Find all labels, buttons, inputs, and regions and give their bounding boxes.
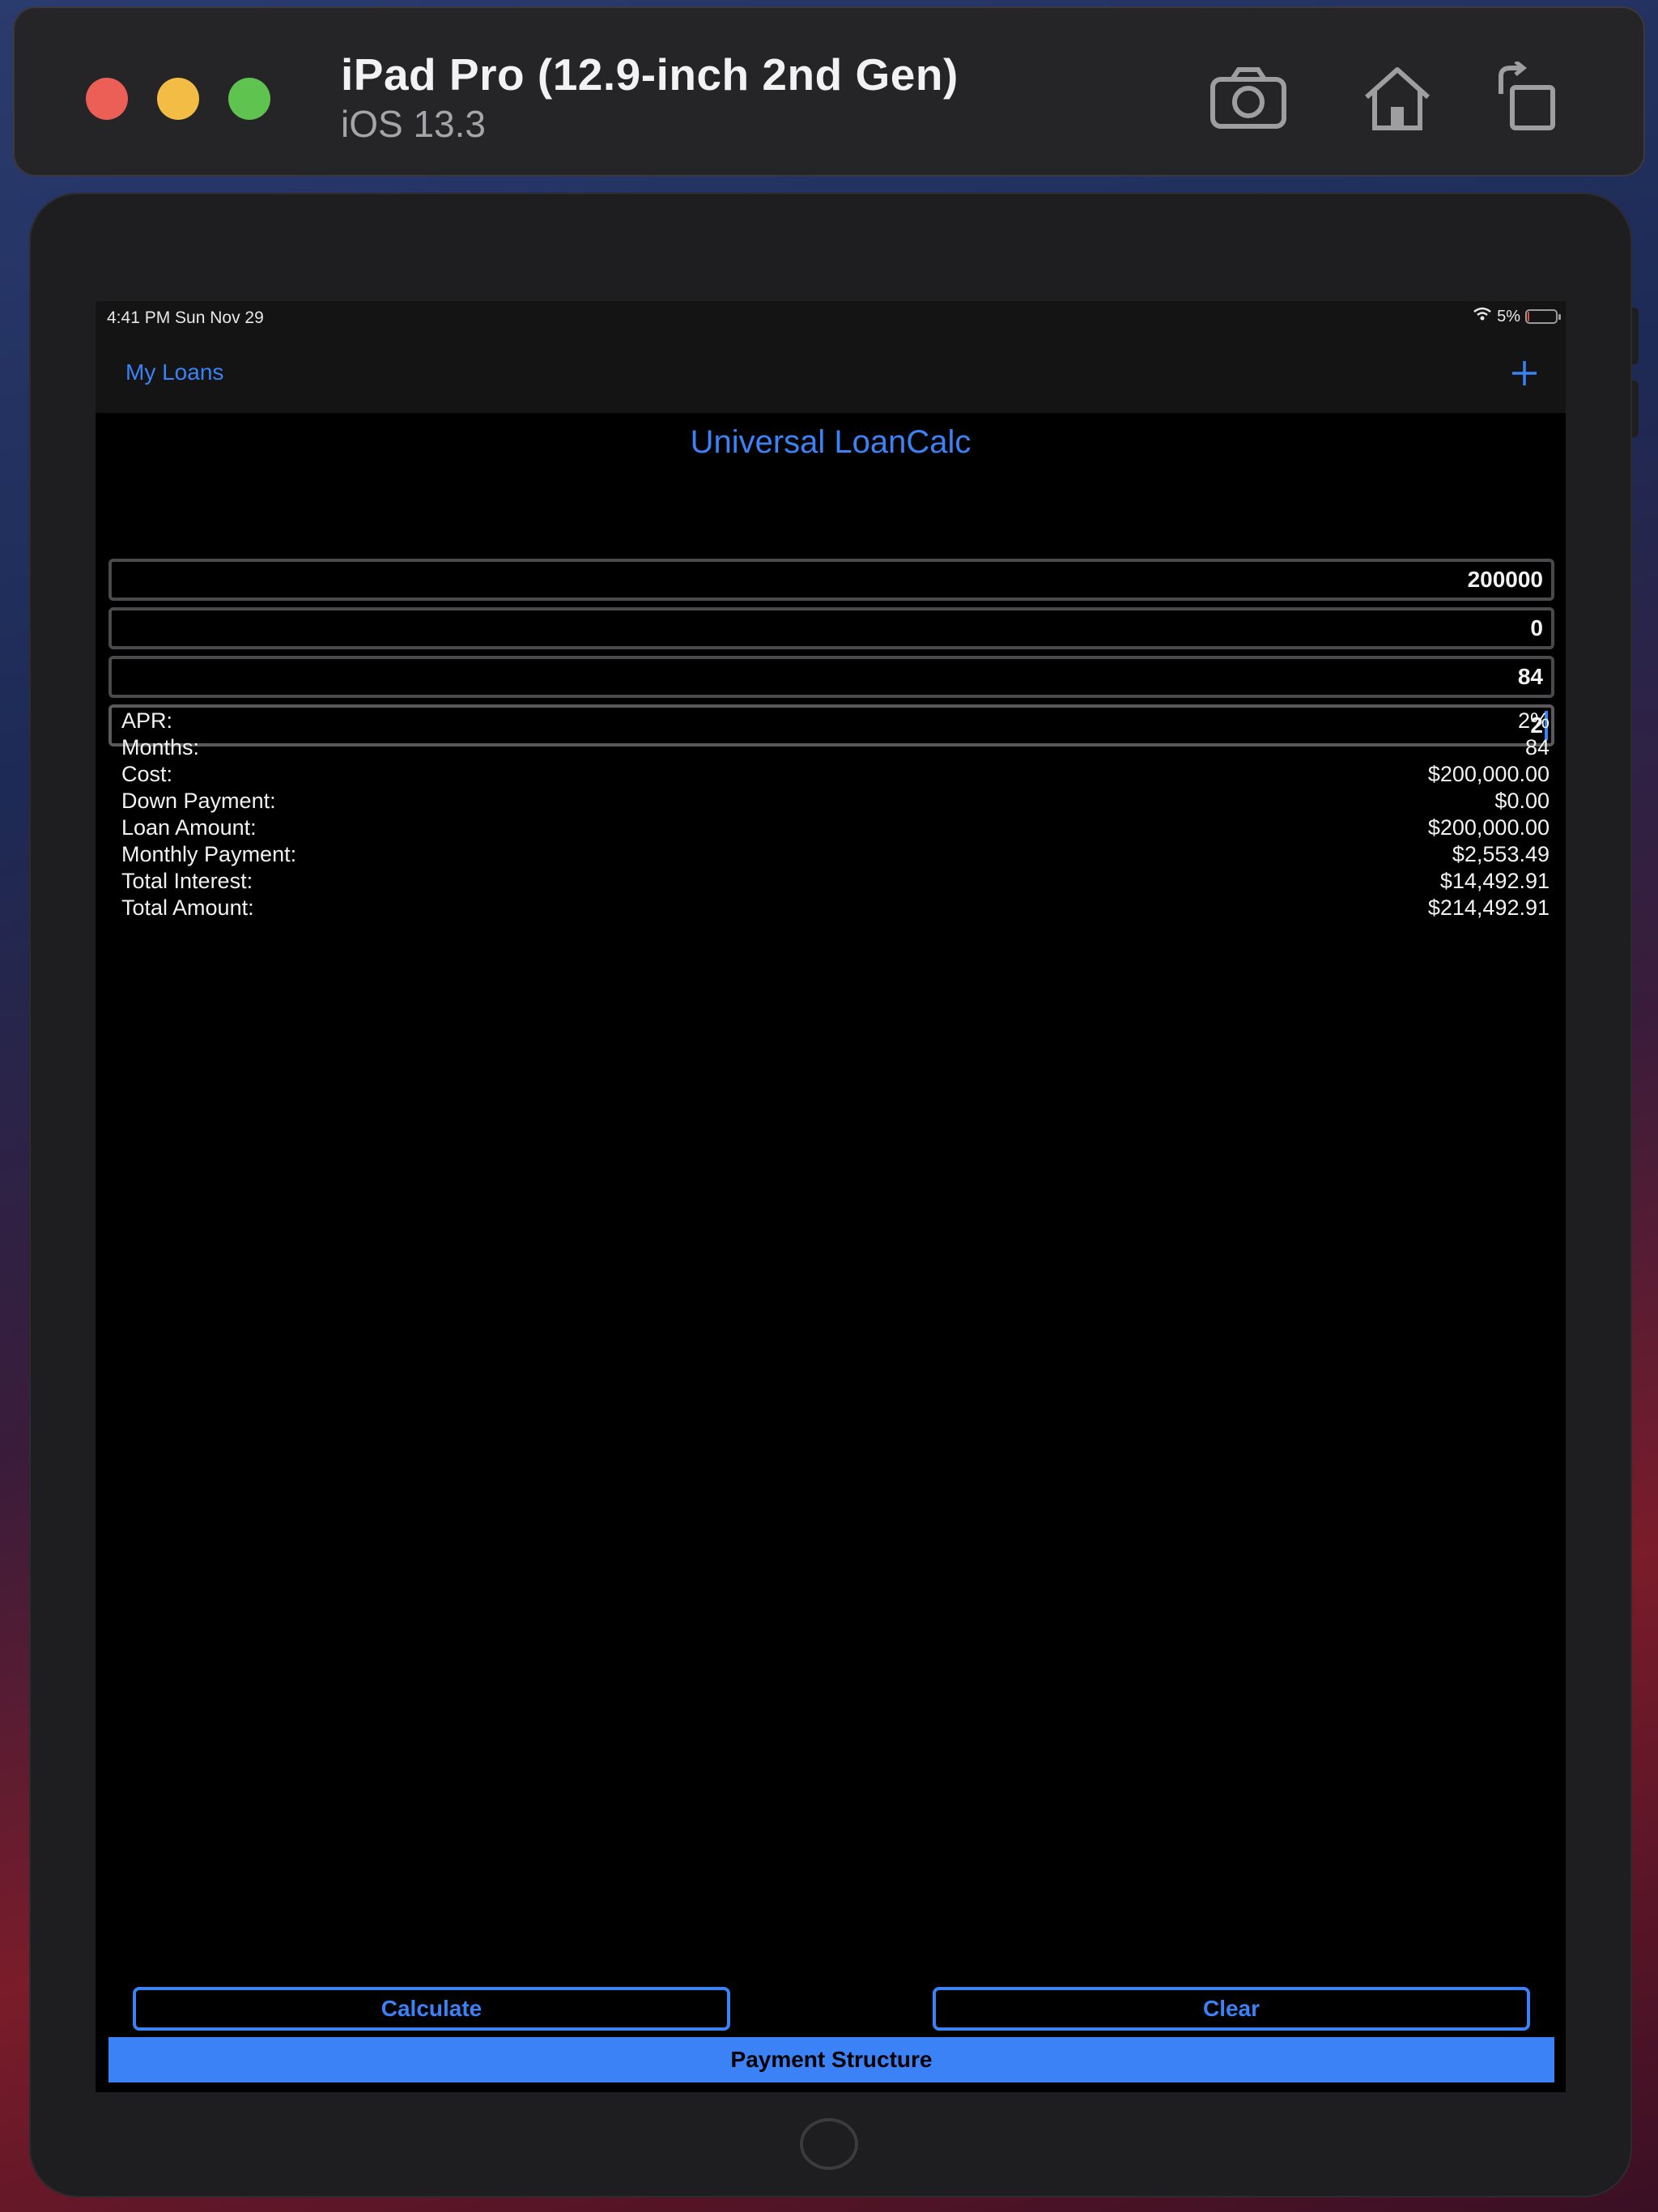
cost-field[interactable] [108,559,1554,601]
result-row: Total Amount: $214,492.91 [121,895,1550,921]
status-bar: 4:41 PM Sun Nov 29 5% [96,301,1566,334]
result-label: Monthly Payment: [121,842,297,866]
result-value: $14,492.91 [1439,869,1550,893]
ipad-screen: 4:41 PM Sun Nov 29 5% My Loans Universal… [96,301,1566,2092]
battery-percent: 5% [1497,307,1520,325]
ipad-frame: 4:41 PM Sun Nov 29 5% My Loans Universal… [29,193,1632,2197]
home-button[interactable] [800,2118,858,2170]
result-value: 2% [1517,708,1550,733]
plus-icon[interactable] [1509,358,1540,389]
result-row: Down Payment: $0.00 [121,788,1550,815]
result-label: Total Amount: [121,895,254,920]
minimize-window-button[interactable] [157,78,199,120]
calculate-button[interactable]: Calculate [133,1987,730,2031]
close-window-button[interactable] [86,78,128,120]
result-value: $200,000.00 [1427,762,1550,786]
result-label: Total Interest: [121,869,253,893]
result-value: 84 [1524,735,1550,759]
down-payment-field[interactable] [108,607,1554,649]
device-name: iPad Pro (12.9-inch 2nd Gen) [341,49,959,100]
clear-button[interactable]: Clear [933,1987,1530,2031]
result-label: Down Payment: [121,789,276,813]
result-row: Months: 84 [121,734,1550,761]
rotate-icon[interactable] [1490,60,1571,134]
result-label: Loan Amount: [121,815,257,840]
result-row: Loan Amount: $200,000.00 [121,815,1550,841]
home-icon[interactable] [1357,62,1438,134]
result-label: Months: [121,735,200,759]
result-row: Cost: $200,000.00 [121,761,1550,788]
navigation-bar: My Loans [96,334,1566,413]
result-row: Monthly Payment: $2,553.49 [121,841,1550,868]
result-value: $0.00 [1494,789,1550,813]
os-version: iOS 13.3 [341,103,486,145]
camera-icon[interactable] [1208,62,1289,134]
result-value: $2,553.49 [1452,842,1550,866]
wifi-icon [1473,307,1492,326]
result-label: APR: [121,708,173,733]
result-row: Total Interest: $14,492.91 [121,868,1550,895]
months-field[interactable] [108,656,1554,698]
payment-structure-button[interactable]: Payment Structure [108,2037,1554,2082]
result-row: APR: 2% [121,708,1550,734]
result-value: $200,000.00 [1427,815,1550,840]
my-loans-back-button[interactable]: My Loans [125,359,223,385]
result-value: $214,492.91 [1427,895,1550,920]
app-title: Universal LoanCalc [690,424,971,460]
simulator-title-bar: iPad Pro (12.9-inch 2nd Gen) iOS 13.3 [13,6,1645,177]
status-right: 5% [1473,306,1561,327]
zoom-window-button[interactable] [228,78,270,120]
results-list: APR: 2% Months: 84 Cost: $200,000.00 Down Paym… [121,708,1550,921]
status-time: 4:41 PM Sun Nov 29 [107,308,264,327]
battery-icon [1525,309,1561,324]
result-label: Cost: [121,762,173,786]
